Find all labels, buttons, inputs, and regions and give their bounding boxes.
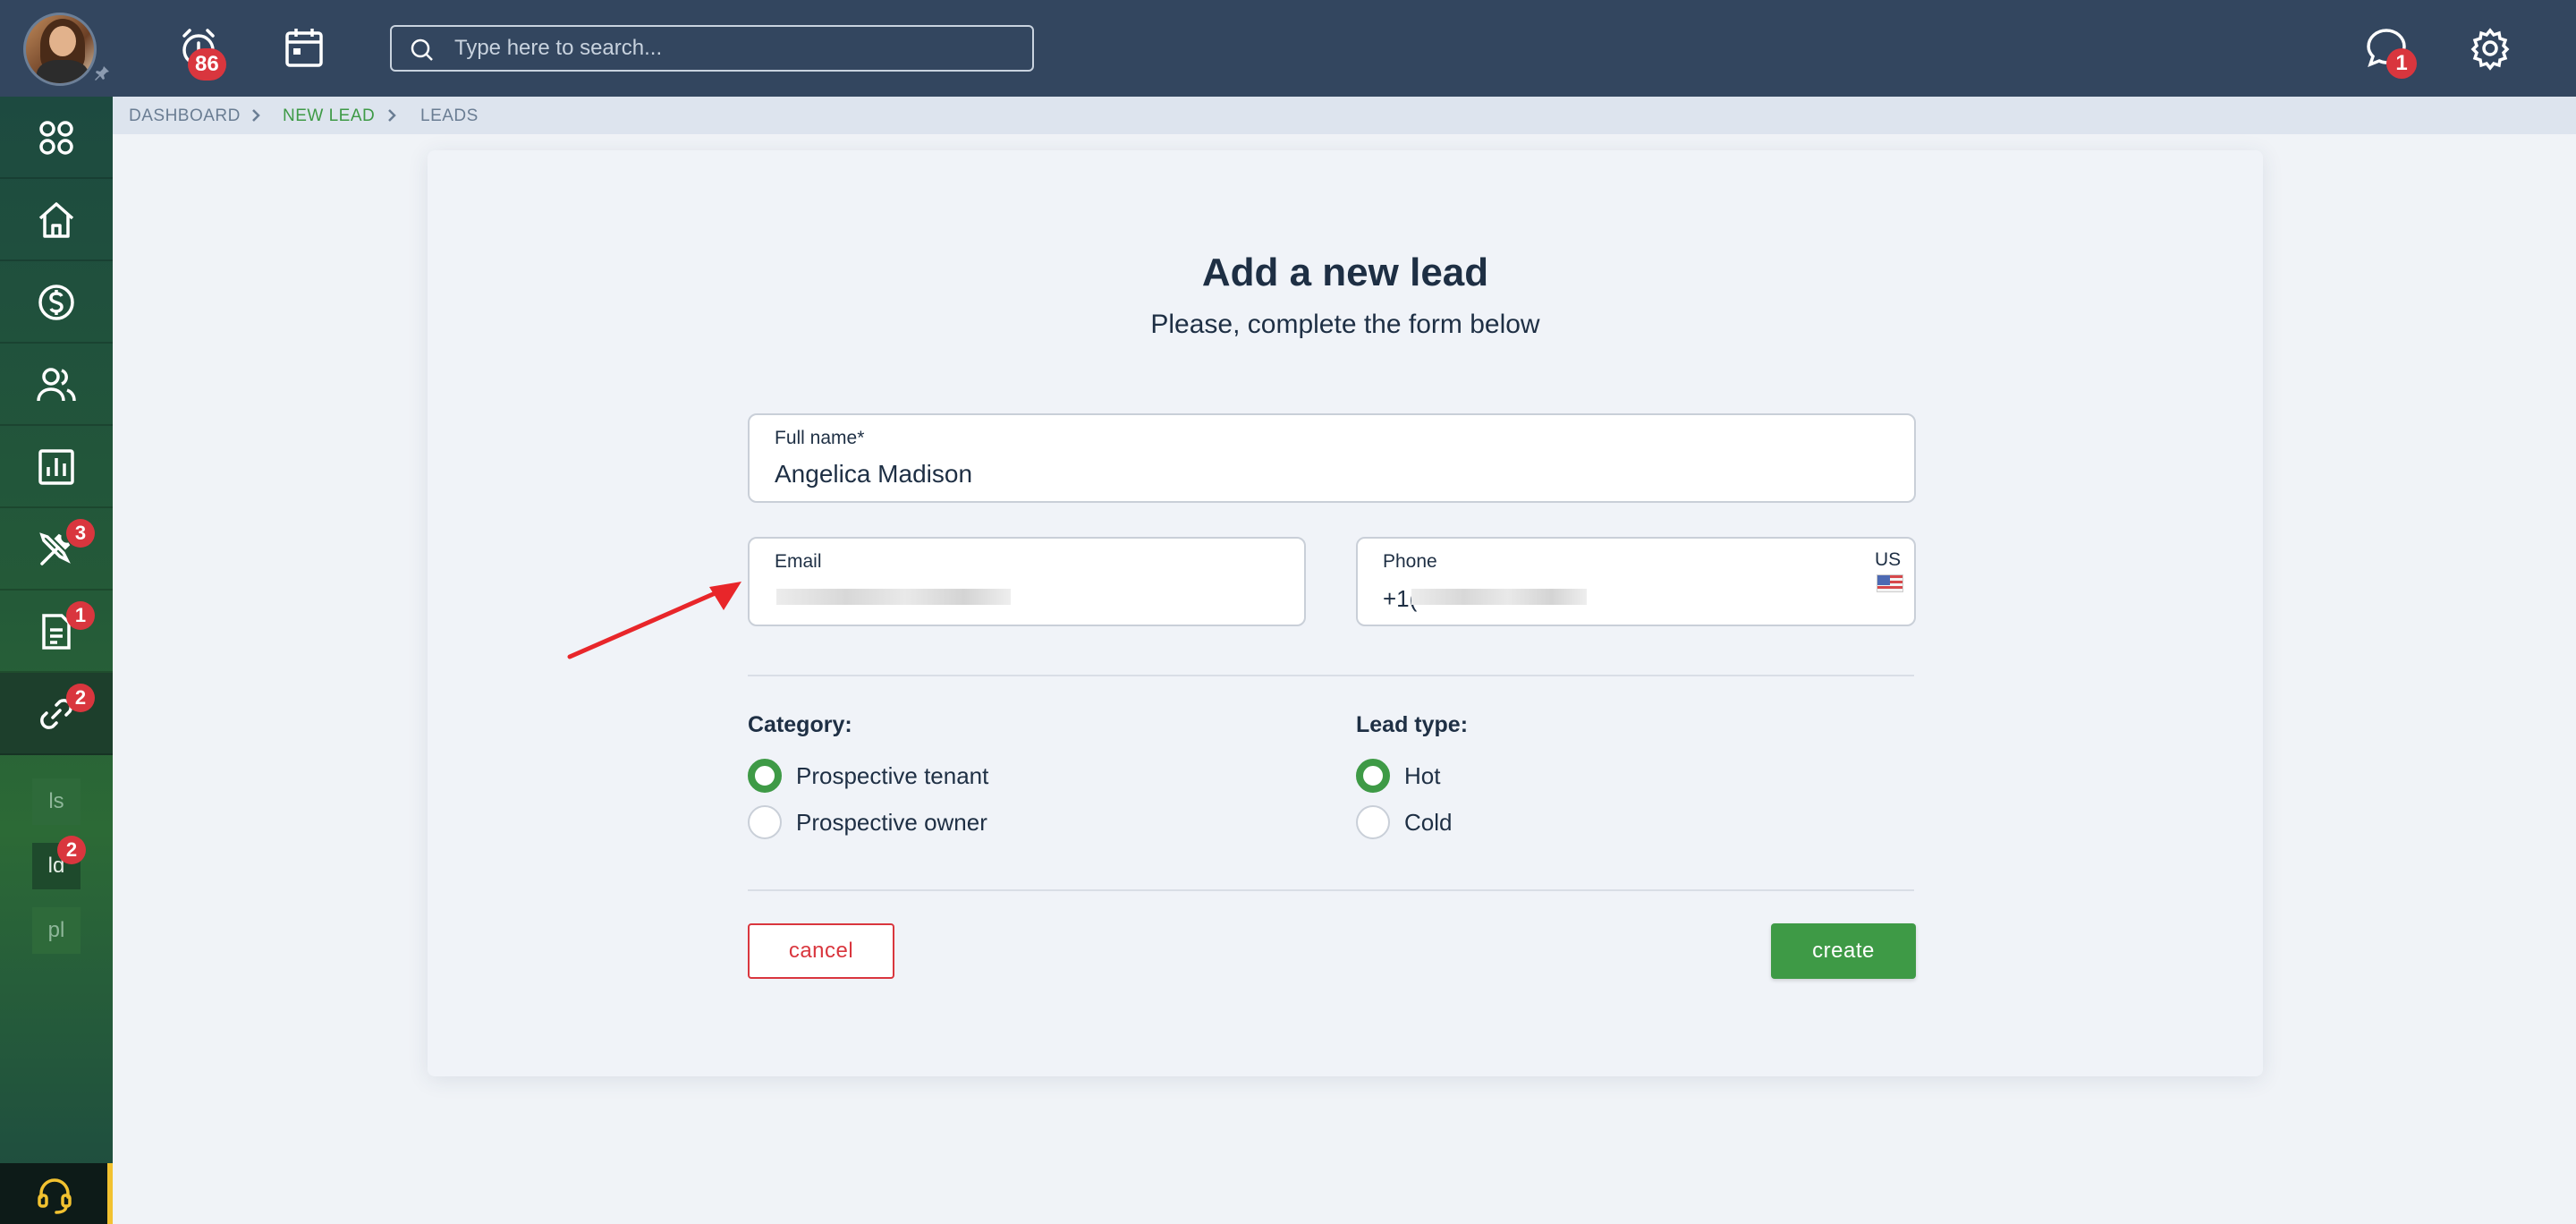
- dollar-icon: [38, 285, 74, 320]
- gear-icon[interactable]: [2465, 23, 2515, 73]
- phone-field[interactable]: Phone +1( US: [1356, 537, 1916, 626]
- headset-icon: [38, 1178, 72, 1214]
- leadtype-cold-radio[interactable]: [1356, 805, 1390, 839]
- search-icon: [411, 38, 433, 61]
- subnav-pl[interactable]: pl: [32, 907, 80, 954]
- messages-badge: 1: [2386, 48, 2417, 79]
- category-tenant-radio[interactable]: [748, 759, 782, 793]
- chart-icon: [38, 449, 74, 485]
- user-avatar[interactable]: [23, 13, 97, 86]
- subnav-ls[interactable]: ls: [32, 778, 80, 825]
- breadcrumb-new-lead[interactable]: NEW LEAD: [283, 106, 375, 126]
- email-label: Email: [775, 551, 822, 572]
- fullname-field[interactable]: Full name* Angelica Madison: [748, 413, 1916, 503]
- breadcrumb-leads[interactable]: LEADS: [420, 106, 479, 126]
- category-label: Category:: [748, 712, 852, 737]
- sidebar-item-documents[interactable]: 1: [0, 591, 113, 673]
- fullname-value: Angelica Madison: [775, 460, 973, 488]
- create-button[interactable]: create: [1771, 923, 1916, 979]
- category-owner-radio[interactable]: [748, 805, 782, 839]
- email-redacted-value: [776, 589, 1011, 605]
- chevron-right-icon: [252, 109, 260, 122]
- sidebar-item-reports[interactable]: [0, 426, 113, 508]
- cancel-button[interactable]: cancel: [748, 923, 894, 979]
- email-field[interactable]: Email: [748, 537, 1306, 626]
- sidebar-item-leads[interactable]: 2: [0, 673, 113, 755]
- category-owner-label[interactable]: Prospective owner: [796, 809, 987, 837]
- sidebar-item-apps[interactable]: [0, 97, 113, 179]
- phone-country-code[interactable]: US: [1875, 549, 1901, 571]
- phone-label: Phone: [1383, 551, 1437, 572]
- divider: [748, 889, 1914, 891]
- maintenance-badge: 3: [66, 519, 95, 548]
- search-bar[interactable]: [390, 25, 1034, 72]
- sidebar-item-people[interactable]: [0, 344, 113, 426]
- annotation-arrow-icon: [567, 582, 741, 659]
- documents-badge: 1: [66, 601, 95, 630]
- calendar-icon[interactable]: [279, 23, 329, 73]
- sidebar-item-home[interactable]: [0, 179, 113, 261]
- sidebar: 3 1 2 ls ld 2 pl: [0, 97, 113, 1224]
- leadtype-hot-radio[interactable]: [1356, 759, 1390, 793]
- leadtype-cold-label[interactable]: Cold: [1404, 809, 1452, 837]
- leads-badge: 2: [66, 684, 95, 712]
- home-icon: [38, 202, 74, 238]
- fullname-label: Full name*: [775, 428, 865, 448]
- apps-grid-icon: [39, 121, 73, 155]
- subnav-ld-badge: 2: [57, 836, 86, 864]
- phone-redacted-value: [1411, 589, 1587, 605]
- pin-icon[interactable]: [93, 64, 111, 82]
- leadtype-hot-label[interactable]: Hot: [1404, 762, 1440, 790]
- leadtype-label: Lead type:: [1356, 712, 1469, 737]
- us-flag-icon[interactable]: [1877, 574, 1903, 592]
- support-button[interactable]: [0, 1163, 113, 1224]
- sidebar-item-finance[interactable]: [0, 261, 113, 344]
- page-subtitle: Please, complete the form below: [1150, 310, 1540, 339]
- chevron-right-icon: [388, 109, 396, 122]
- top-bar: 86 1: [0, 0, 2576, 97]
- alarm-badge: 86: [188, 48, 226, 81]
- new-lead-form-card: Add a new lead Please, complete the form…: [428, 150, 2263, 1076]
- sidebar-item-maintenance[interactable]: 3: [0, 508, 113, 591]
- category-tenant-label[interactable]: Prospective tenant: [796, 762, 988, 790]
- page-title: Add a new lead: [1201, 251, 1489, 294]
- search-input[interactable]: [454, 32, 1009, 64]
- divider: [748, 675, 1914, 676]
- users-icon: [37, 368, 76, 402]
- breadcrumb-dashboard[interactable]: DASHBOARD: [129, 106, 241, 126]
- breadcrumb: DASHBOARD NEW LEAD LEADS: [113, 97, 2576, 134]
